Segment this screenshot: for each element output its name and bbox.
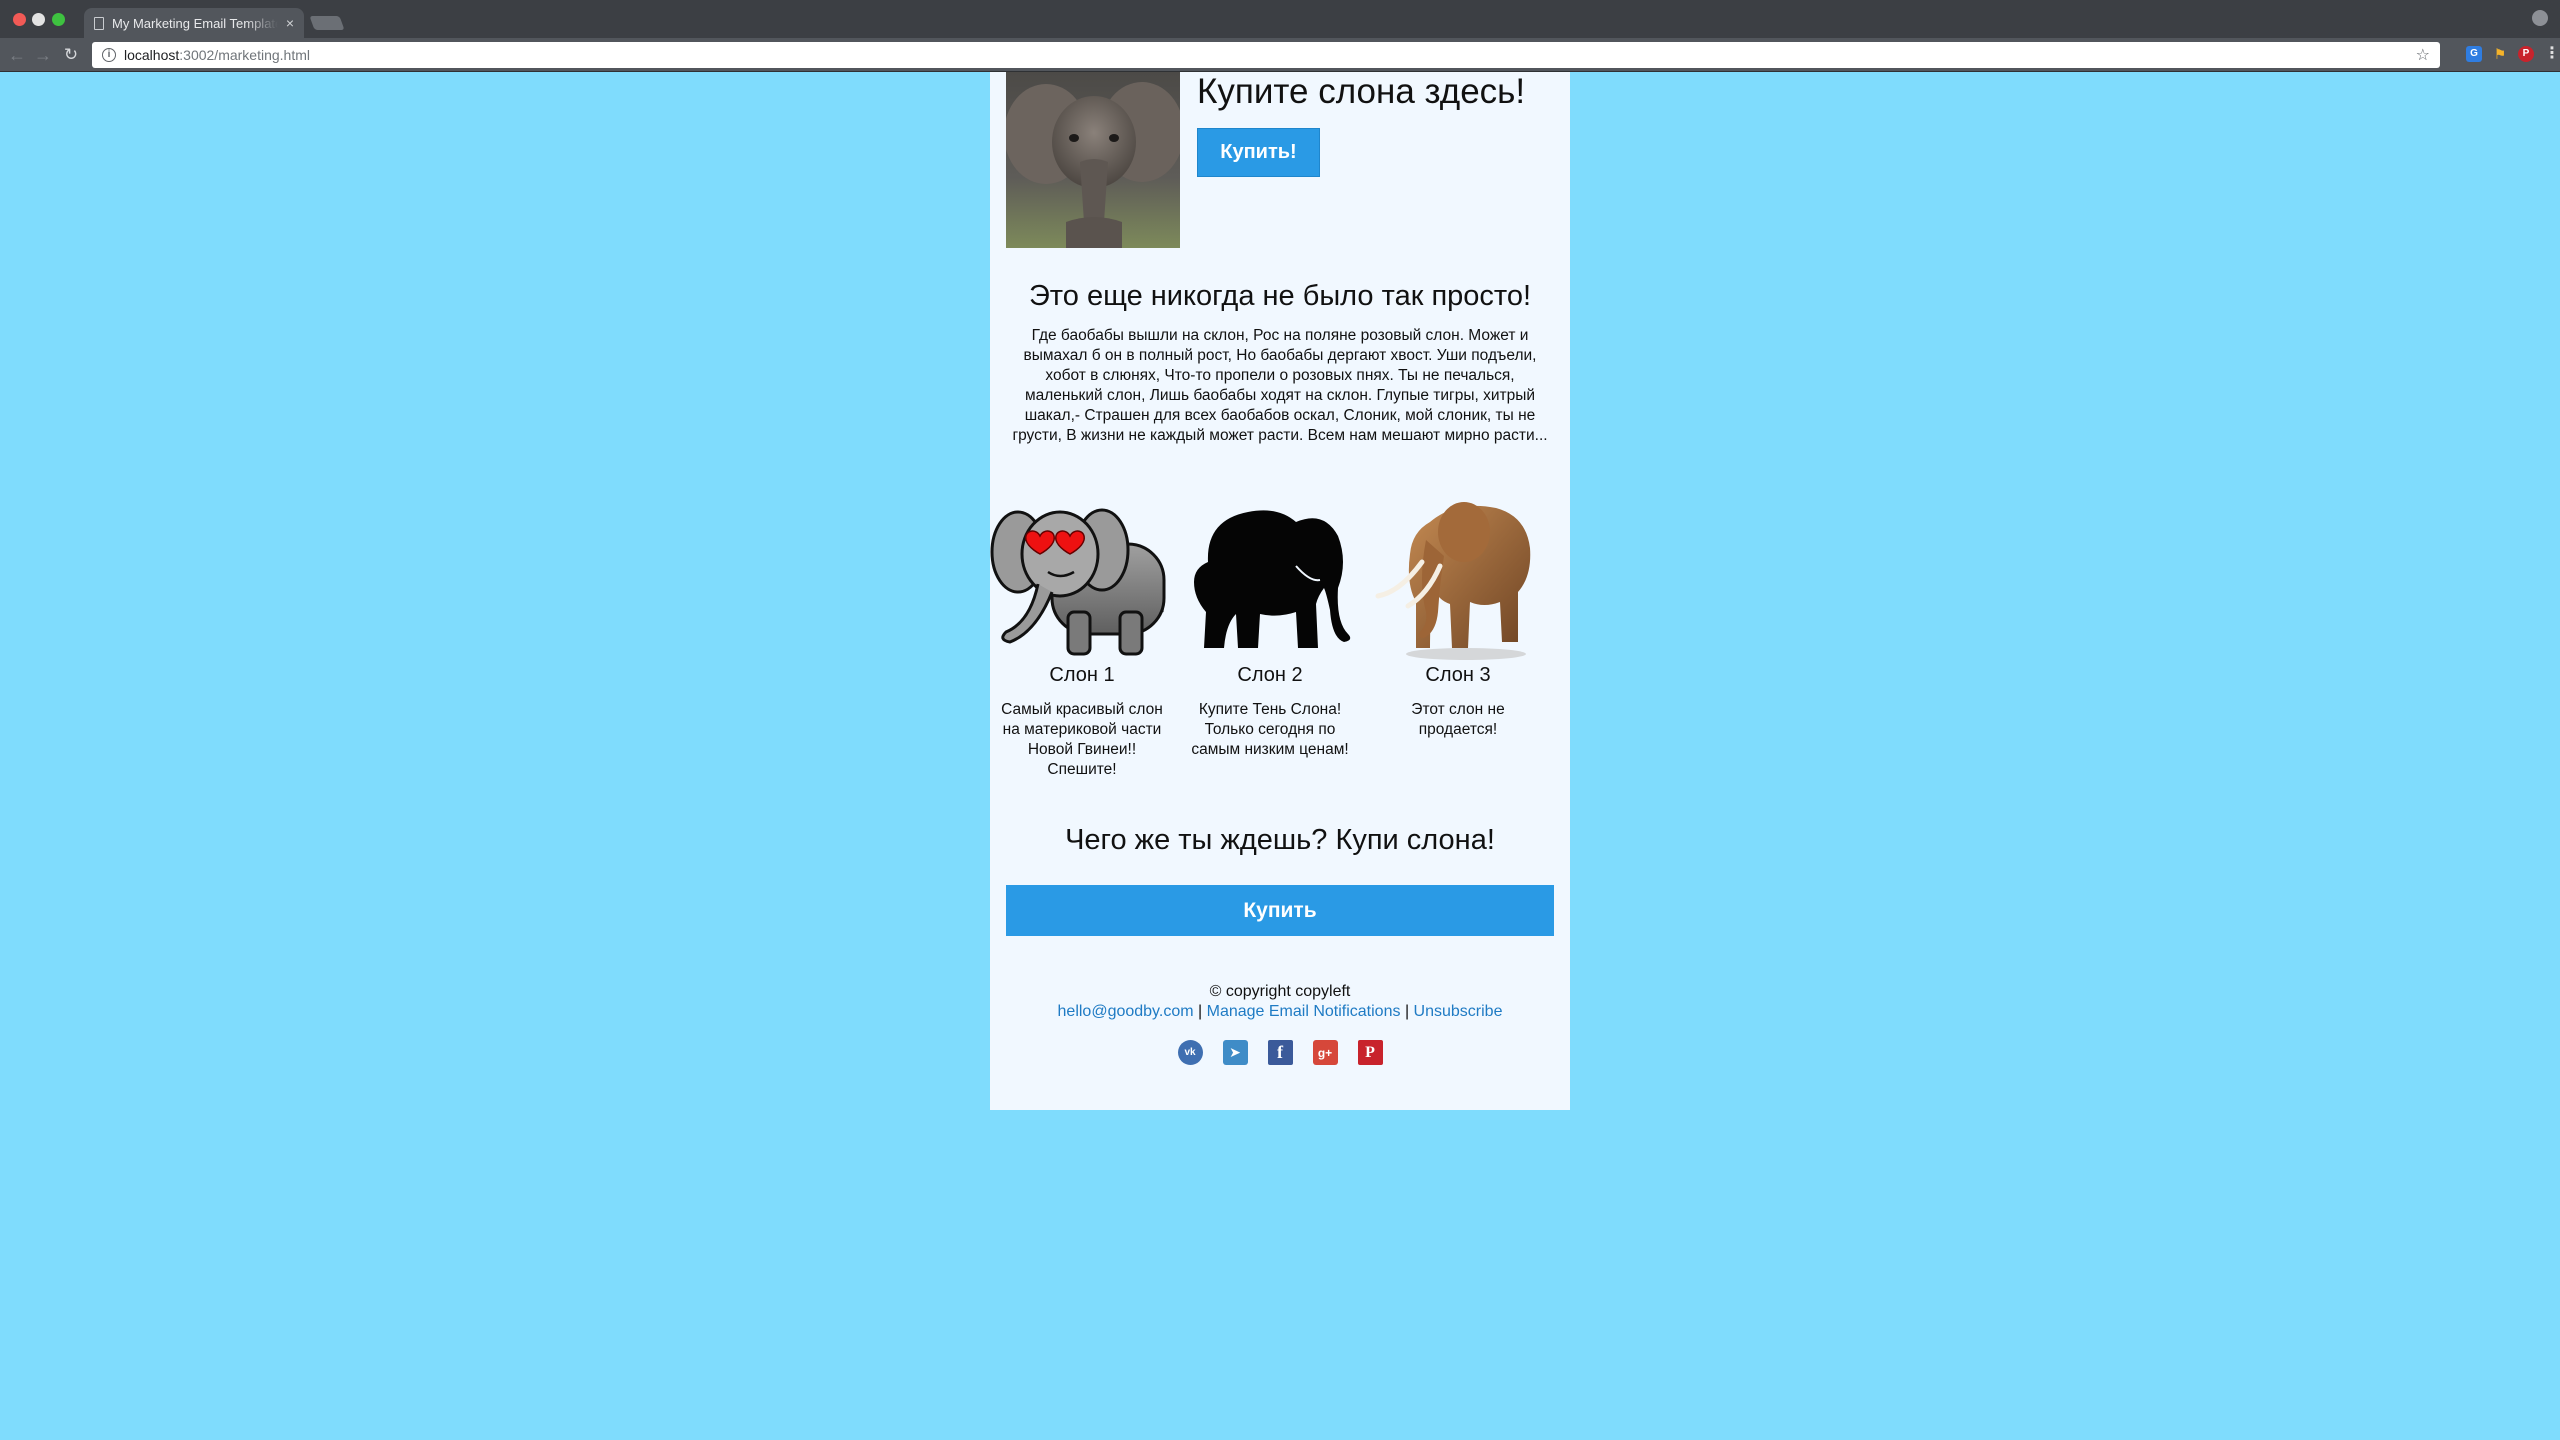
flag-extension-icon[interactable]: ⚑ (2492, 46, 2508, 62)
close-window-button[interactable] (13, 13, 26, 26)
product-description: Самый красивый слон на материковой части… (1001, 701, 1163, 778)
hero-title: Купите слона здесь! (1197, 72, 1526, 111)
tab-close-icon[interactable]: × (286, 15, 294, 31)
profile-icon[interactable] (2532, 10, 2548, 26)
manage-notifications-link[interactable]: Manage Email Notifications (1207, 1003, 1401, 1020)
vk-icon[interactable]: vk (1177, 1040, 1203, 1065)
url-path: :3002/marketing.html (179, 47, 310, 63)
facebook-icon[interactable]: f (1267, 1040, 1293, 1065)
copyright-text: © copyright copyleft (1209, 983, 1351, 1000)
new-tab-button[interactable] (309, 16, 345, 30)
footer: © copyright copyleft hello@goodby.com | … (990, 982, 1570, 1022)
minimize-window-button[interactable] (32, 13, 45, 26)
baby-elephant-photo (1006, 72, 1180, 248)
shield-extension-icon[interactable]: G (2466, 46, 2482, 62)
product-grid: Слон 1 Самый красивый слон на материково… (990, 492, 1570, 792)
browser-titlebar: My Marketing Email Template × (0, 0, 2560, 38)
link-separator: | (1404, 1003, 1410, 1020)
product-card: Слон 1 Самый красивый слон на материково… (990, 492, 1174, 778)
telegram-icon[interactable]: ➤ (1222, 1040, 1248, 1065)
google-plus-icon[interactable]: g+ (1312, 1040, 1338, 1065)
intro-text: Где баобабы вышли на склон, Рос на полян… (1012, 327, 1548, 444)
social-links: vk ➤ f g+ P (990, 1040, 1570, 1065)
email-link[interactable]: hello@goodby.com (1058, 1003, 1194, 1020)
pinterest-icon[interactable]: P (1357, 1040, 1383, 1065)
elephant-silhouette-icon (1178, 492, 1362, 662)
unsubscribe-link[interactable]: Unsubscribe (1414, 1003, 1503, 1020)
headline: Это еще никогда не было так просто! (1028, 280, 1532, 312)
browser-tab[interactable]: My Marketing Email Template × (84, 8, 304, 38)
address-bar[interactable]: i localhost:3002/marketing.html ☆ (92, 42, 2440, 68)
product-description: Этот слон не продается! (1411, 701, 1505, 738)
tab-title: My Marketing Email Template (112, 15, 278, 31)
buy-button-hero[interactable]: Купить! (1197, 128, 1320, 177)
maximize-window-button[interactable] (52, 13, 65, 26)
product-name: Слон 2 (1237, 664, 1303, 686)
extensions-area: G ⚑ P ⋮ (2466, 46, 2560, 62)
bookmark-star-icon[interactable]: ☆ (2416, 45, 2430, 65)
cta-title: Чего же ты ждешь? Купи слона! (1065, 824, 1495, 856)
realistic-elephant-icon (1366, 492, 1550, 662)
info-icon[interactable]: i (102, 48, 116, 62)
footer-links: hello@goodby.com | Manage Email Notifica… (990, 1002, 1570, 1022)
url-host: localhost (124, 47, 180, 63)
pinterest-extension-icon[interactable]: P (2518, 46, 2534, 62)
page-icon (94, 16, 104, 30)
back-arrow-icon[interactable]: ← (6, 44, 28, 66)
email-container: Купите слона здесь! Купить! Это еще нико… (990, 72, 1570, 1110)
product-name: Слон 3 (1425, 664, 1491, 686)
reload-icon[interactable]: ↻ (60, 44, 82, 66)
url-text[interactable]: localhost:3002/marketing.html (124, 47, 2408, 63)
menu-kebab-icon[interactable]: ⋮ (2544, 46, 2560, 62)
product-description: Купите Тень Слона! Только сегодня по сам… (1191, 701, 1349, 758)
browser-toolbar: ← → ↻ i localhost:3002/marketing.html ☆ … (0, 38, 2560, 72)
product-name: Слон 1 (1049, 664, 1115, 686)
link-separator: | (1198, 1003, 1203, 1020)
product-card: Слон 2 Купите Тень Слона! Только сегодня… (1178, 492, 1362, 758)
cartoon-elephant-heart-eyes-icon (990, 492, 1174, 662)
product-card: Слон 3 Этот слон не продается! (1366, 492, 1550, 738)
forward-arrow-icon[interactable]: → (32, 44, 54, 66)
buy-button-cta[interactable]: Купить (1006, 885, 1554, 936)
